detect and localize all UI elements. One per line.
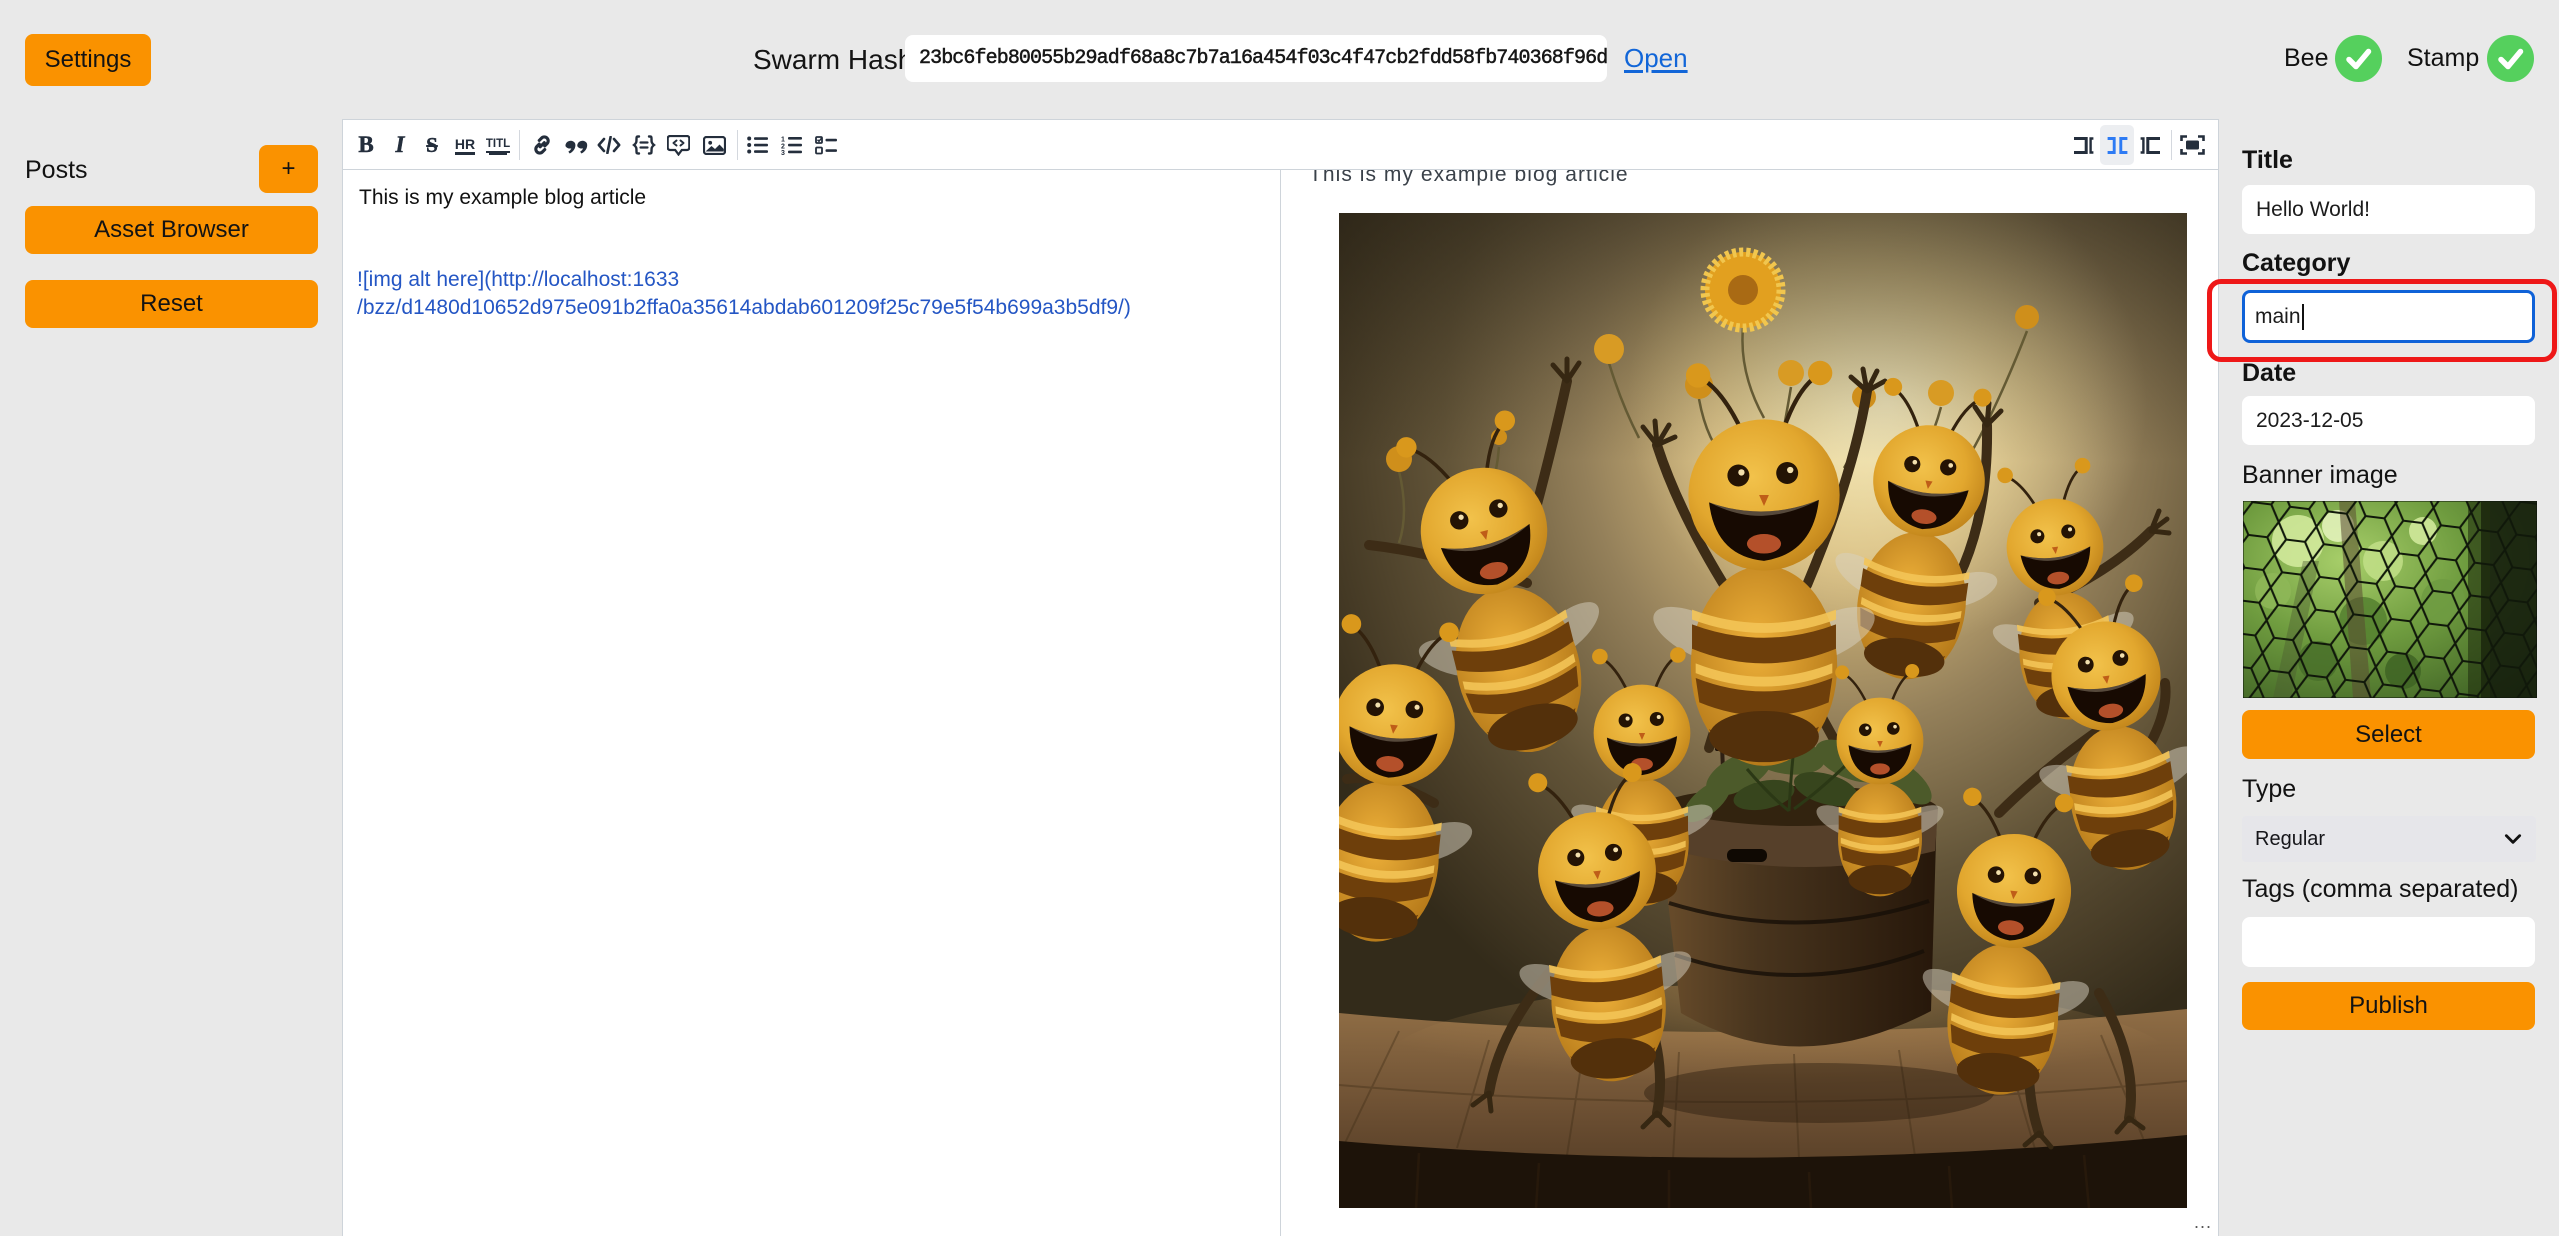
svg-text:3: 3: [781, 150, 785, 155]
svg-text:1: 1: [781, 137, 785, 144]
